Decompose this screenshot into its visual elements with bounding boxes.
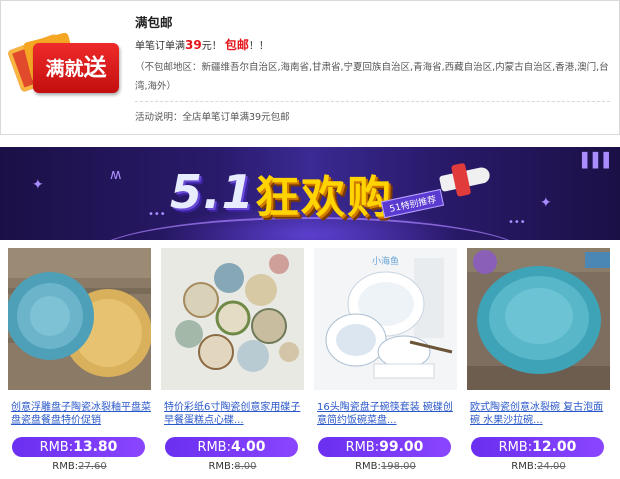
promo-badge: 满就送: [33, 43, 119, 93]
product-image[interactable]: [161, 248, 304, 390]
product-grid: 创意浮雕盘子陶瓷冰裂釉平盘菜盘瓷盘餐盘特价促销 RMB:13.80 RMB:27…: [0, 240, 620, 479]
banner-number: 5.1: [170, 165, 255, 219]
airplane-icon: [438, 165, 492, 193]
promo-gift-logo: 满就送: [7, 32, 121, 101]
original-price: RMB:8.00: [208, 461, 257, 472]
may-day-banner[interactable]: ✦ ʍ ••• ✦ ▌▌▌ ••• 5.1 狂欢购 51特别推荐: [0, 147, 620, 240]
svg-text:小海鱼: 小海鱼: [372, 255, 399, 267]
price-button[interactable]: RMB:99.00: [318, 437, 451, 457]
product-name[interactable]: 16头陶瓷盘子碗筷套装 碗碟创意简约饭碗菜盘...: [317, 401, 457, 429]
banner-title: 狂欢购: [255, 172, 393, 223]
original-price: RMB:198.00: [355, 461, 416, 472]
promo-note: 活动说明：全店单笔订单满39元包邮: [135, 112, 290, 123]
star-icon: ✦: [32, 177, 44, 193]
product-card[interactable]: 创意浮雕盘子陶瓷冰裂釉平盘菜盘瓷盘餐盘特价促销 RMB:13.80 RMB:27…: [8, 248, 151, 476]
product-name[interactable]: 特价彩纸6寸陶瓷创意家用碟子早餐蛋糕点心碟...: [164, 401, 304, 429]
product-card[interactable]: 小海鱼 16头陶瓷盘子碗筷套装 碗碟创意简约饭碗菜盘... RMB:99.00 …: [314, 248, 457, 476]
product-name[interactable]: 欧式陶瓷创意冰裂碗 复古泡面碗 水果沙拉碗...: [470, 401, 610, 429]
dots-icon: •••: [148, 209, 166, 220]
original-price: RMB:24.00: [511, 461, 566, 472]
product-name[interactable]: 创意浮雕盘子陶瓷冰裂釉平盘菜盘瓷盘餐盘特价促销: [11, 401, 151, 429]
product-image[interactable]: [467, 248, 610, 390]
price-button[interactable]: RMB:12.00: [471, 437, 604, 457]
stripes-icon: ▌▌▌: [582, 153, 615, 169]
product-card[interactable]: 欧式陶瓷创意冰裂碗 复古泡面碗 水果沙拉碗... RMB:12.00 RMB:2…: [467, 248, 610, 476]
divider: [135, 101, 610, 102]
promo-exclusions: （不包邮地区：新疆维吾尔自治区,海南省,甘肃省,宁夏回族自治区,青海省,西藏自治…: [135, 62, 609, 92]
dots-icon: •••: [508, 217, 526, 228]
free-shipping-promo: 满就送 满包邮 单笔订单满39元！ 包邮！！ （不包邮地区：新疆维吾尔自治区,海…: [0, 0, 620, 135]
price-button[interactable]: RMB:13.80: [12, 437, 145, 457]
promo-title: 满包邮: [135, 15, 173, 30]
product-image[interactable]: 小海鱼: [314, 248, 457, 390]
spiral-icon: ʍ: [110, 167, 122, 183]
product-image[interactable]: [8, 248, 151, 390]
star-icon: ✦: [540, 195, 552, 211]
original-price: RMB:27.60: [52, 461, 107, 472]
promo-rule: 单笔订单满39元！ 包邮！！: [135, 38, 269, 52]
price-button[interactable]: RMB:4.00: [165, 437, 298, 457]
product-card[interactable]: 特价彩纸6寸陶瓷创意家用碟子早餐蛋糕点心碟... RMB:4.00 RMB:8.…: [161, 248, 304, 476]
